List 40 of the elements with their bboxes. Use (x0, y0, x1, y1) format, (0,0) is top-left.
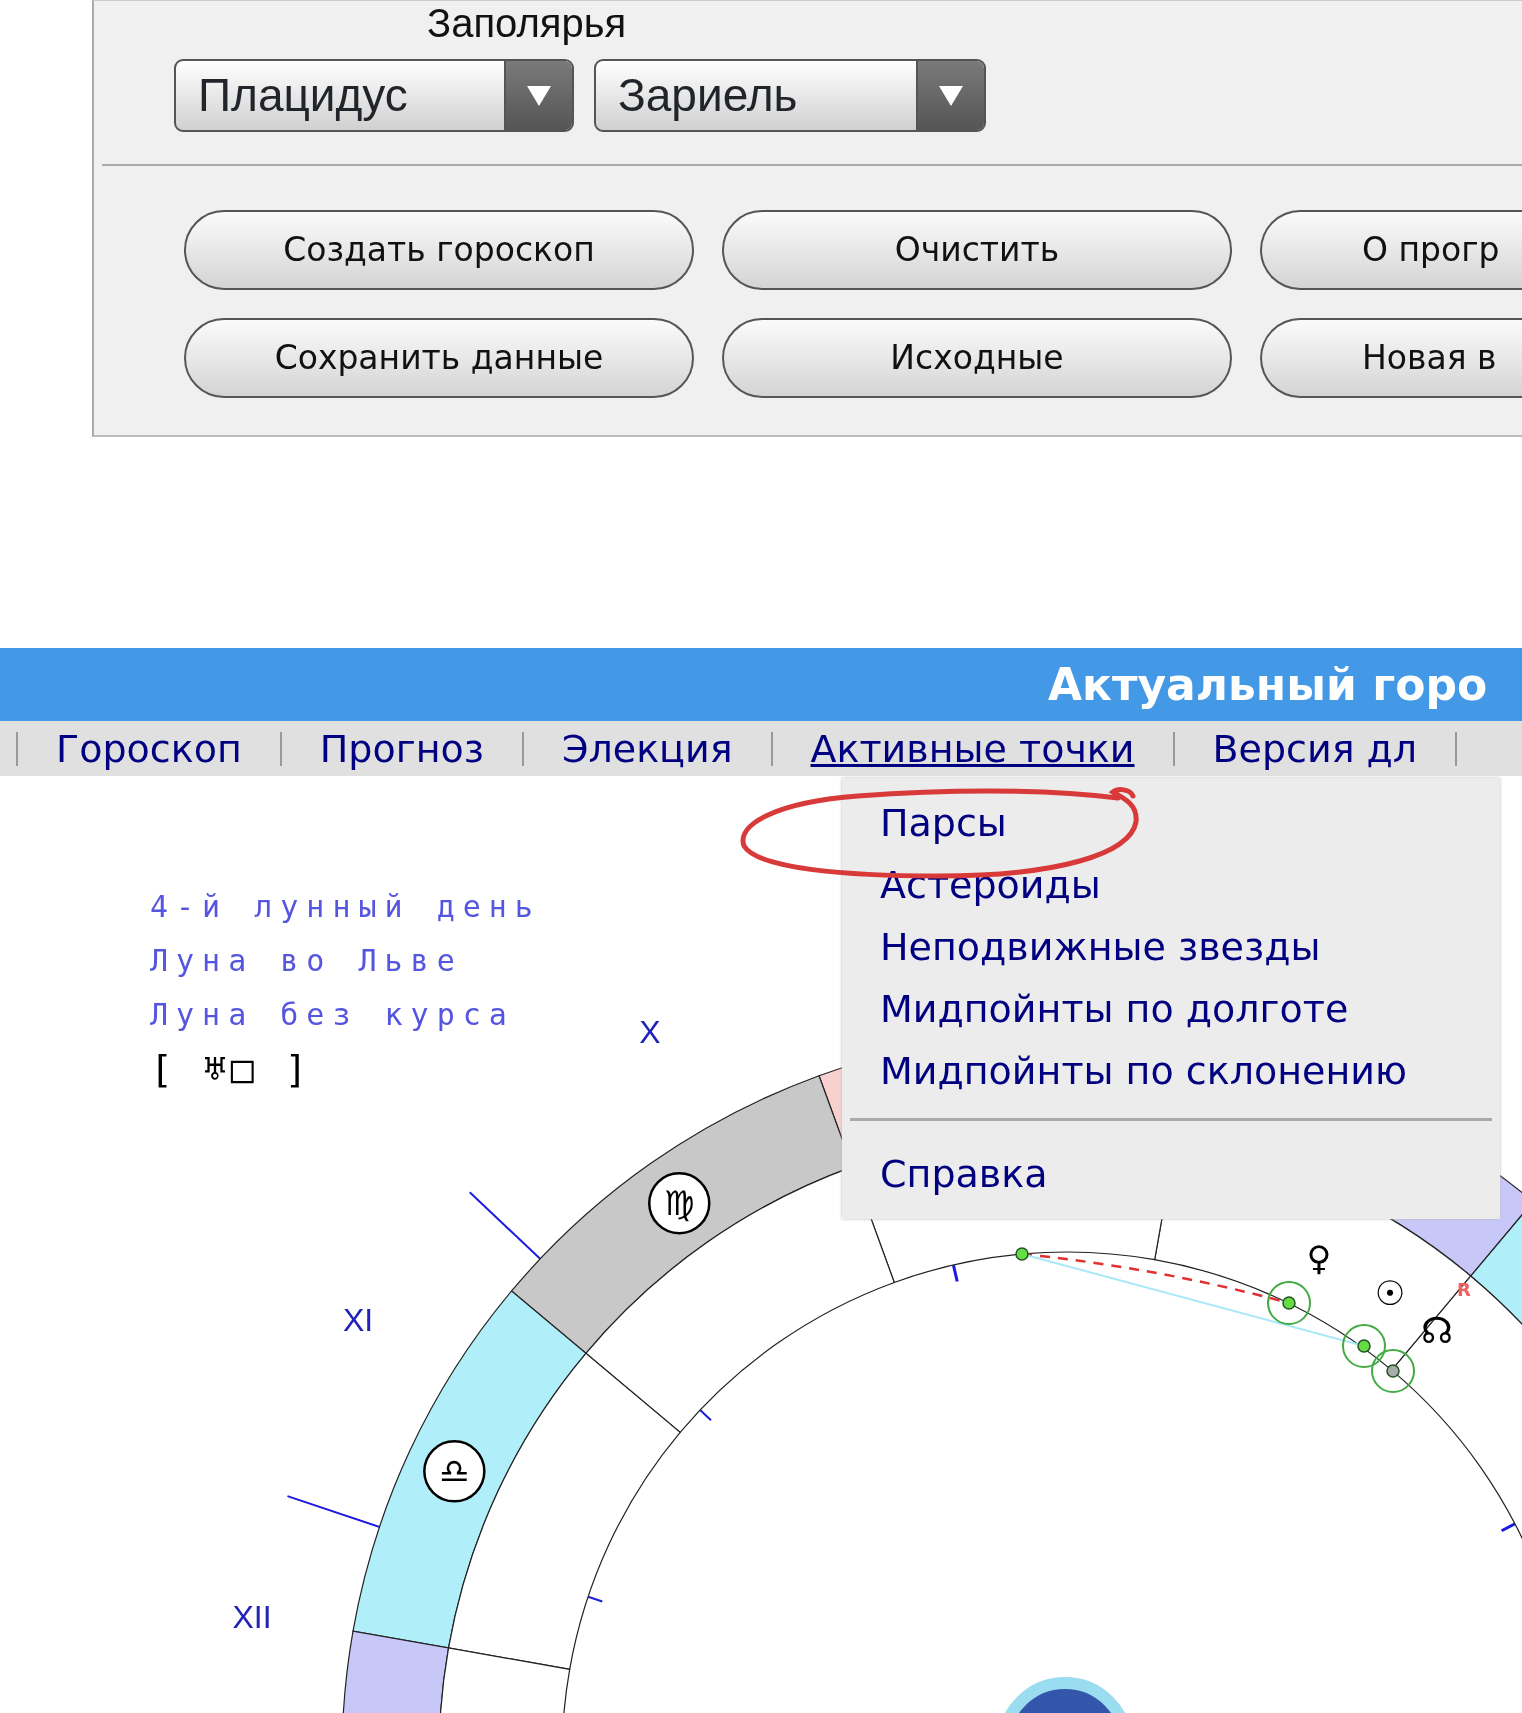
moon-info-text: Луна во Льве (150, 942, 464, 980)
button[interactable]: Очистить (722, 210, 1232, 290)
button[interactable]: О прогр (1260, 210, 1522, 290)
dropdown[interactable]: Плацидус (174, 59, 574, 132)
nav-link[interactable]: Прогноз (319, 724, 484, 773)
planet-point (1015, 1247, 1029, 1261)
planet-glyph: ☊ (1421, 1310, 1453, 1351)
planet-glyph: ☉ (1374, 1273, 1406, 1313)
caret-icon (939, 85, 963, 106)
nav-link[interactable]: Элекция (561, 724, 733, 773)
menu-item[interactable]: Справка (842, 1143, 1500, 1205)
nav-link[interactable]: Версия дл (1212, 724, 1418, 773)
planet-point (1342, 1324, 1386, 1368)
aspect-text: [ ♅□ ] (150, 1046, 313, 1093)
house-label: XII (232, 1599, 272, 1635)
nav-link[interactable]: Активные точки (810, 724, 1135, 773)
moon-info-text: Луна без курса (150, 996, 516, 1034)
planet-point (1371, 1349, 1415, 1393)
menu-item[interactable]: Мидпойнты по склонению (842, 1040, 1500, 1102)
nav-link[interactable]: Гороскоп (56, 724, 242, 773)
sign-glyph: ♍ (648, 1172, 711, 1235)
planet-point (1267, 1281, 1311, 1325)
planet-glyph: R (1457, 1279, 1471, 1300)
header-title: Актуальный горо (1048, 657, 1488, 712)
button[interactable]: Новая в (1260, 318, 1522, 398)
house-label: XI (342, 1302, 374, 1338)
menu-item[interactable]: Астероиды (842, 854, 1500, 916)
button[interactable]: Исходные (722, 318, 1232, 398)
button[interactable]: Сохранить данные (184, 318, 694, 398)
moon-info-text: 4-й лунный день (150, 888, 541, 926)
dropdown[interactable]: Зариель (594, 59, 986, 132)
house-label: X (639, 1014, 661, 1050)
menu-item[interactable]: Парсы (842, 792, 1500, 854)
caption-text: Заполярья (427, 1, 628, 45)
menu-item[interactable]: Неподвижные звезды (842, 916, 1500, 978)
caret-icon (527, 85, 551, 106)
sign-glyph: ♎ (423, 1440, 486, 1503)
planet-glyph: ♀ (1306, 1238, 1332, 1278)
button[interactable]: Создать гороскоп (184, 210, 694, 290)
menu-item[interactable]: Мидпойнты по долготе (842, 978, 1500, 1040)
